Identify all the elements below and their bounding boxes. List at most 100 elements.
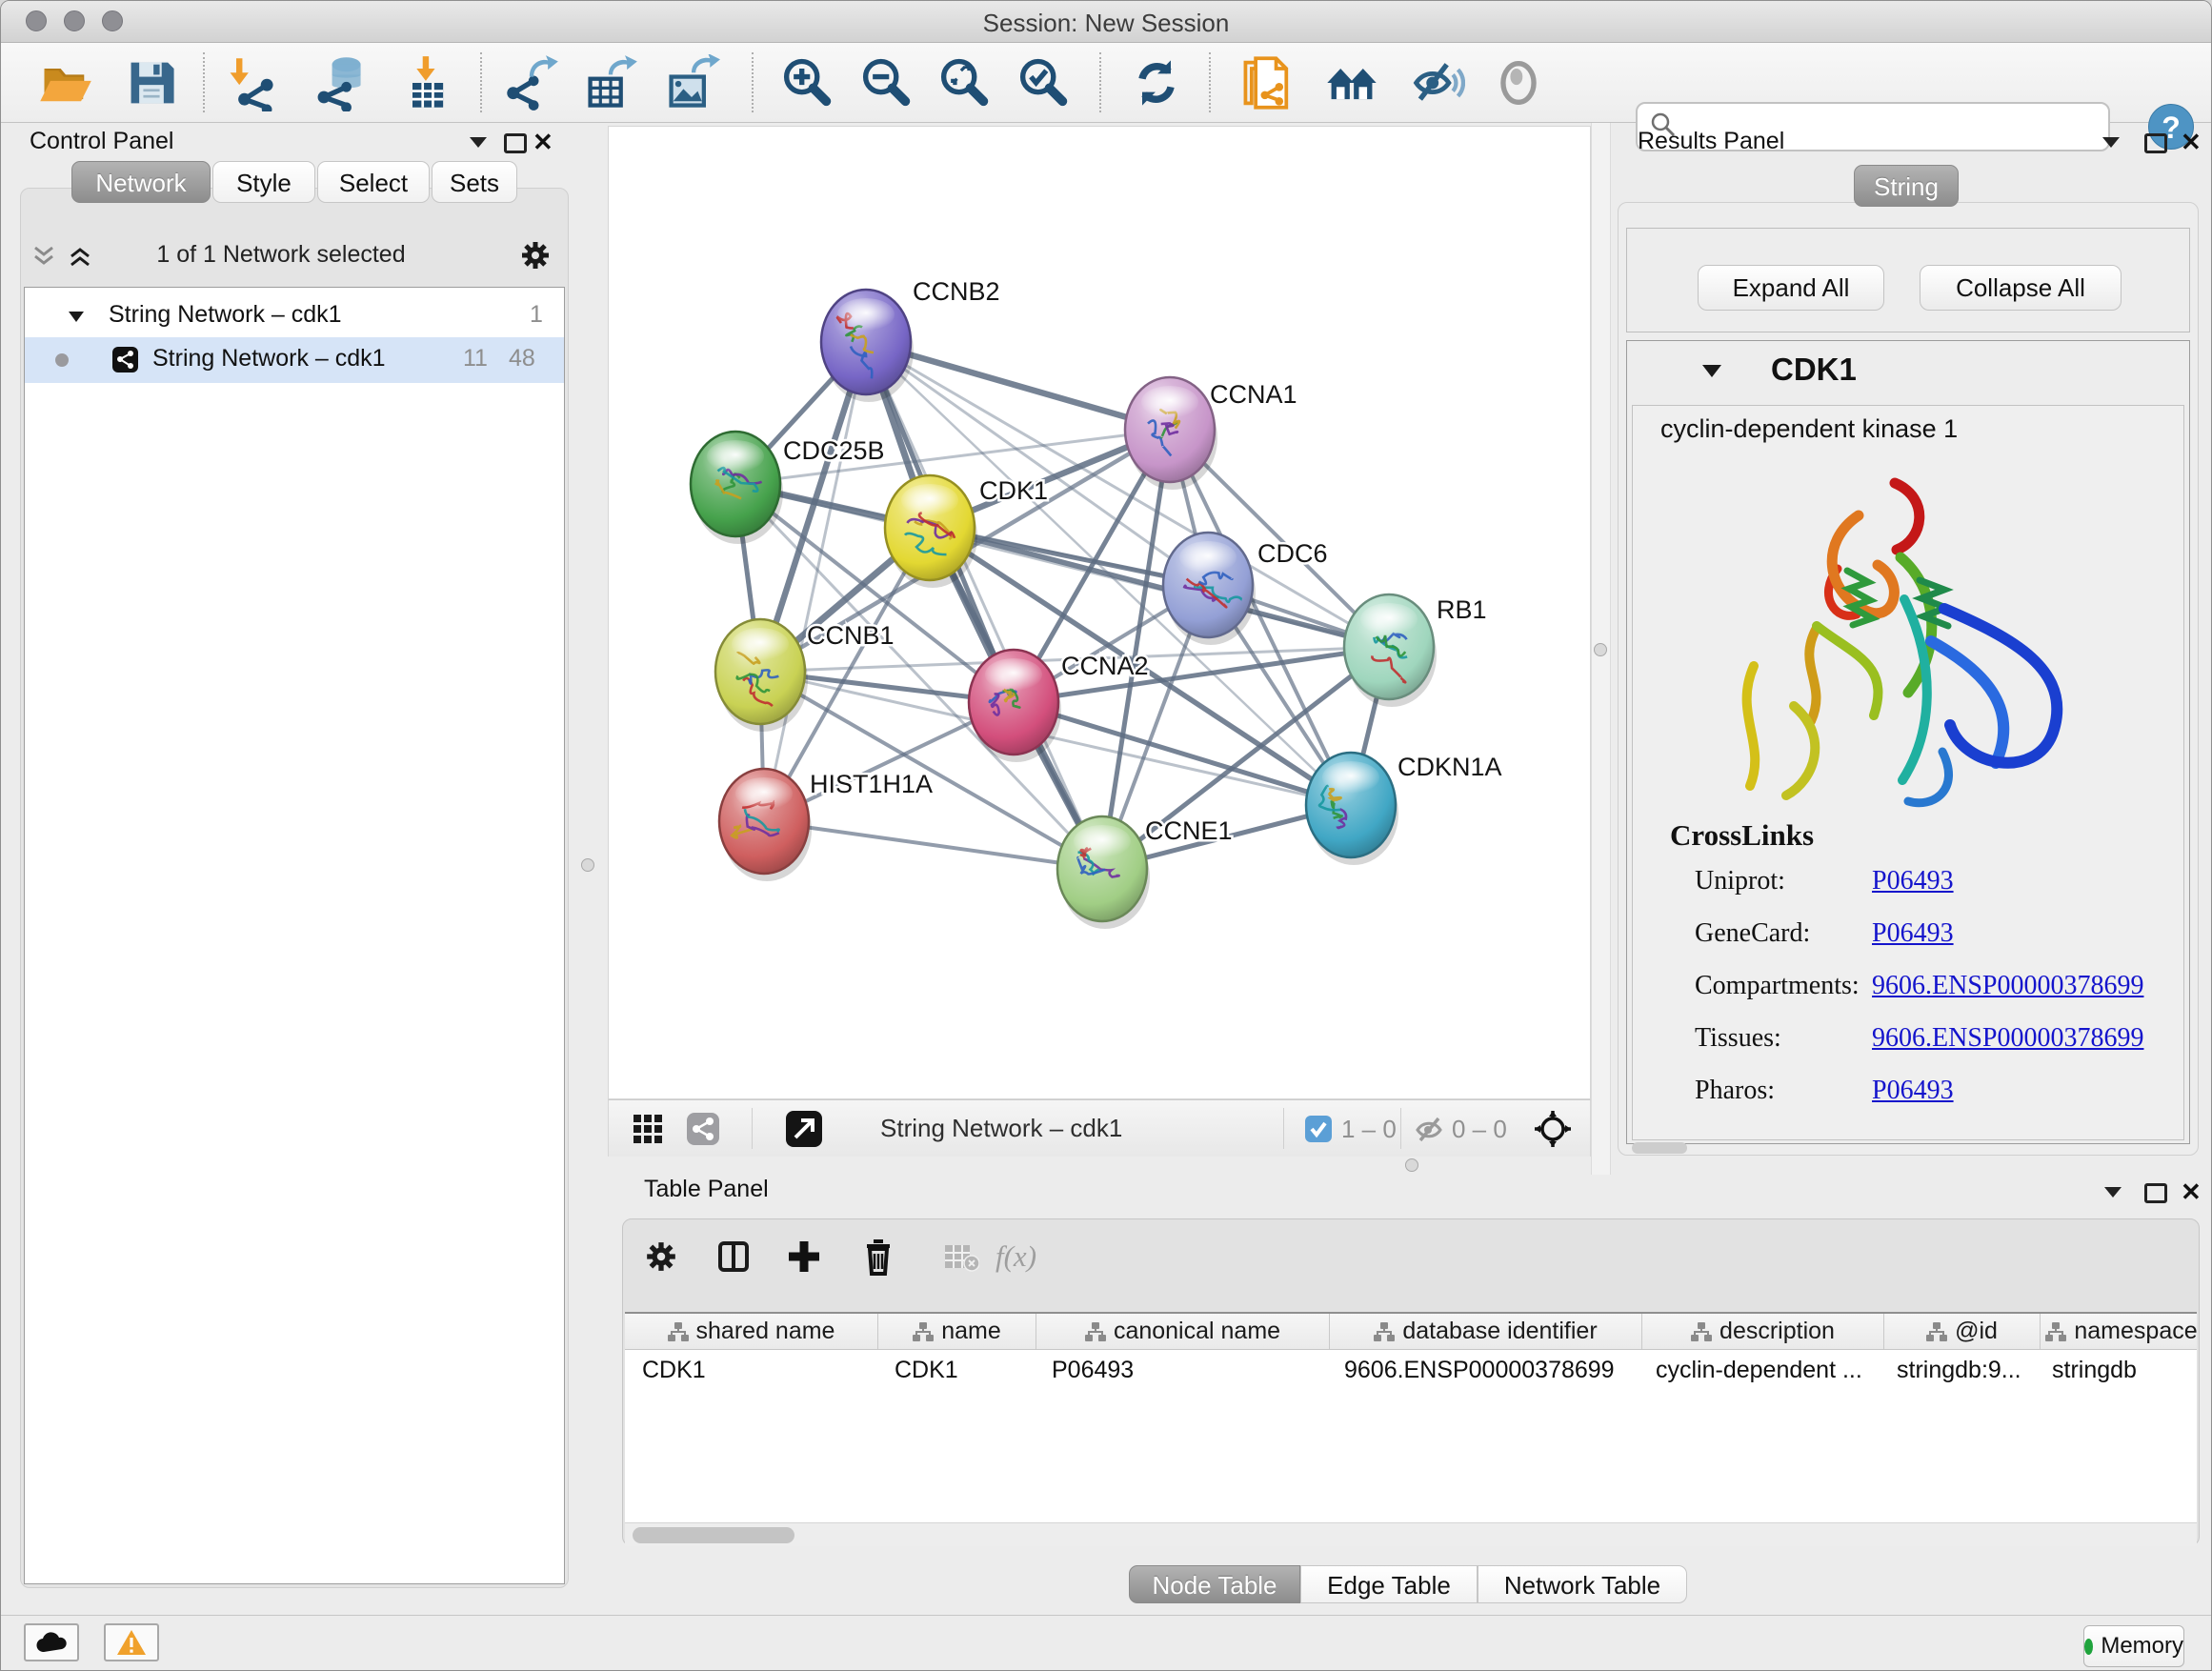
table-cell[interactable]: P06493 <box>1035 1357 1327 1384</box>
open-in-window-icon[interactable] <box>786 1111 822 1147</box>
table-cell[interactable]: 9606.ENSP00000378699 <box>1327 1357 1639 1384</box>
panel-float-icon[interactable] <box>504 133 527 153</box>
eye-icon[interactable] <box>1490 54 1547 111</box>
network-canvas[interactable]: CCNB2CCNA1CDC25BCDK1CDC6RB1CCNB1CCNA2CDK… <box>608 126 1591 1099</box>
memory-button[interactable]: Memory <box>2083 1625 2184 1667</box>
function-builder-icon: f(x) <box>995 1239 1036 1274</box>
tab-string[interactable]: String <box>1854 165 1959 207</box>
tree-expand-icon[interactable] <box>69 311 84 328</box>
network-node-CCNE1[interactable] <box>1057 816 1150 929</box>
column-header-shared-name[interactable]: shared name <box>625 1314 878 1349</box>
hidden-eye-slash-icon[interactable] <box>1414 1114 1446 1151</box>
network-options-gear-icon[interactable] <box>519 239 552 276</box>
toolbar-separator <box>752 52 754 112</box>
left-splitter-handle[interactable] <box>581 858 594 872</box>
network-edge-HIST1H1A-CCNE1[interactable] <box>764 821 1102 869</box>
panel-float-icon[interactable] <box>2144 1183 2167 1203</box>
column-header-label: canonical name <box>1114 1318 1280 1345</box>
hide-unhide-icon[interactable] <box>1408 54 1465 111</box>
delete-column-trash-icon[interactable] <box>861 1238 895 1280</box>
column-header-description[interactable]: description <box>1642 1314 1884 1349</box>
tab-edge-table[interactable]: Edge Table <box>1300 1565 1478 1603</box>
tab-style[interactable]: Style <box>212 161 315 203</box>
network-node-CCNA1[interactable] <box>1125 377 1217 490</box>
network-node-CCNB1[interactable] <box>715 619 808 732</box>
tab-network-table[interactable]: Network Table <box>1478 1565 1687 1603</box>
crosslink-link[interactable]: P06493 <box>1872 918 1954 949</box>
warning-button[interactable] <box>104 1623 159 1661</box>
tab-network[interactable]: Network <box>71 161 211 203</box>
birdseye-grid-icon[interactable] <box>633 1115 662 1148</box>
network-row-selected[interactable]: String Network – cdk1 11 48 <box>25 337 564 383</box>
panel-float-icon[interactable] <box>2144 133 2167 153</box>
zoom-in-icon[interactable] <box>777 54 835 111</box>
export-table-icon[interactable] <box>582 54 639 111</box>
zoom-fit-icon[interactable] <box>935 54 992 111</box>
cloud-button[interactable] <box>24 1623 79 1661</box>
bottom-splitter-handle[interactable] <box>1405 1158 1418 1172</box>
network-graph[interactable]: CCNB2CCNA1CDC25BCDK1CDC6RB1CCNB1CCNA2CDK… <box>609 127 1590 1098</box>
panel-menu-icon[interactable] <box>2104 1187 2122 1198</box>
panel-close-icon[interactable]: ✕ <box>2181 1182 2202 1201</box>
panel-menu-icon[interactable] <box>470 137 487 148</box>
network-node-CDC6[interactable] <box>1163 533 1256 645</box>
network-node-CDC25B[interactable] <box>691 432 783 544</box>
table-cell[interactable]: cyclin-dependent ... <box>1639 1357 1880 1384</box>
tab-node-table[interactable]: Node Table <box>1129 1565 1300 1603</box>
right-splitter-handle[interactable] <box>1594 643 1607 656</box>
scrollbar-thumb[interactable] <box>633 1527 794 1543</box>
column-header-canonical-name[interactable]: canonical name <box>1036 1314 1330 1349</box>
network-share-icon[interactable] <box>687 1113 719 1145</box>
home-layout-icon[interactable] <box>1323 54 1380 111</box>
column-header-name[interactable]: name <box>878 1314 1036 1349</box>
refresh-icon[interactable] <box>1128 54 1185 111</box>
fit-selected-crosshair-icon[interactable] <box>1533 1109 1573 1154</box>
crosslink-link[interactable]: P06493 <box>1872 1076 1954 1106</box>
export-network-icon[interactable] <box>503 54 560 111</box>
selected-checkbox-icon[interactable] <box>1305 1116 1332 1142</box>
add-column-icon[interactable] <box>787 1239 821 1278</box>
string-import-icon[interactable] <box>1239 54 1297 111</box>
column-header-@id[interactable]: @id <box>1884 1314 2041 1349</box>
network-collection-row[interactable]: String Network – cdk1 1 <box>25 299 564 333</box>
network-node-RB1[interactable] <box>1344 594 1437 707</box>
table-cell[interactable]: CDK1 <box>625 1357 877 1384</box>
gene-collapse-icon[interactable] <box>1702 365 1721 383</box>
open-session-icon[interactable] <box>37 54 94 111</box>
table-cell[interactable]: CDK1 <box>877 1357 1035 1384</box>
tab-sets[interactable]: Sets <box>432 161 517 203</box>
crosslink-label: Pharos: <box>1695 1076 1775 1105</box>
column-header-database-identifier[interactable]: database identifier <box>1330 1314 1642 1349</box>
network-node-CDKN1A[interactable] <box>1306 753 1398 865</box>
table-horizontal-scrollbar[interactable] <box>625 1522 2197 1546</box>
table-cell[interactable]: stringdb:9... <box>1880 1357 2035 1384</box>
expand-all-button[interactable]: Expand All <box>1698 265 1884 311</box>
import-network-from-database-icon[interactable] <box>310 54 367 111</box>
network-node-HIST1H1A[interactable] <box>719 769 812 881</box>
import-table-icon[interactable] <box>398 54 455 111</box>
table-cell[interactable]: stringdb <box>2035 1357 2197 1384</box>
collection-label: String Network – cdk1 <box>109 301 342 329</box>
column-header-namespace[interactable]: namespace <box>2041 1314 2197 1349</box>
table-row[interactable]: CDK1CDK1P064939606.ENSP00000378699cyclin… <box>625 1350 2197 1390</box>
network-node-CCNB2[interactable] <box>821 290 914 402</box>
crosslink-link[interactable]: P06493 <box>1872 866 1954 896</box>
save-session-icon[interactable] <box>123 54 180 111</box>
crosslink-link[interactable]: 9606.ENSP00000378699 <box>1872 1023 2143 1054</box>
collapse-all-button[interactable]: Collapse All <box>1920 265 2122 311</box>
zoom-selected-icon[interactable] <box>1014 54 1071 111</box>
table-settings-gear-icon[interactable] <box>644 1239 678 1278</box>
show-columns-icon[interactable] <box>716 1239 751 1278</box>
import-network-icon[interactable] <box>222 54 279 111</box>
export-image-icon[interactable] <box>663 54 720 111</box>
crosslink-link[interactable]: 9606.ENSP00000378699 <box>1872 971 2143 1001</box>
zoom-out-icon[interactable] <box>856 54 914 111</box>
tab-select[interactable]: Select <box>317 161 430 203</box>
network-view-toolbar: String Network – cdk1 1 – 0 0 – 0 <box>608 1099 1591 1157</box>
panel-close-icon[interactable]: ✕ <box>2181 132 2202 151</box>
card-scrollbar-thumb[interactable] <box>1632 1142 1687 1154</box>
panel-close-icon[interactable]: ✕ <box>533 132 553 151</box>
network-node-CDK1[interactable] <box>885 475 977 588</box>
panel-menu-icon[interactable] <box>2102 137 2120 148</box>
network-edge-CCNB2-HIST1H1A[interactable] <box>764 342 866 821</box>
